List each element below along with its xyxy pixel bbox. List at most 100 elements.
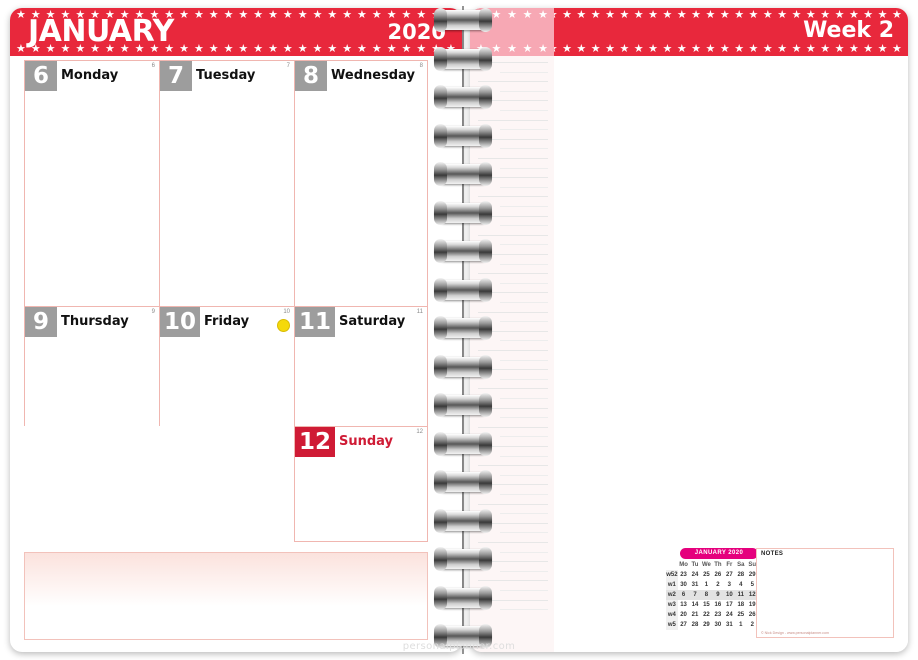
- star-icon: ★: [193, 8, 204, 21]
- day-cell[interactable]: 10 Friday 10: [159, 306, 294, 426]
- notes-box[interactable]: NOTES © Nick Design - www.personalplanne…: [756, 548, 894, 638]
- day-cell[interactable]: 7 Tuesday 7: [159, 60, 294, 306]
- star-icon: ★: [834, 42, 845, 55]
- day-name: Saturday: [339, 314, 406, 329]
- rule-line: [500, 436, 548, 438]
- mini-calendar-day-cell[interactable]: 4: [735, 580, 746, 590]
- mini-calendar-day-cell[interactable]: 16: [712, 600, 723, 610]
- mini-calendar-week-row[interactable]: w52 23 24 25 26 27 28 29: [666, 570, 758, 580]
- star-icon: ★: [748, 42, 759, 55]
- rule-line: [500, 398, 548, 399]
- mini-calendar-week-row[interactable]: w4 20 21 22 23 24 25 26: [666, 610, 758, 620]
- day-of-year-marker: 10: [283, 309, 290, 315]
- mini-calendar-day-cell[interactable]: 1: [735, 620, 746, 630]
- rule-line: [500, 129, 548, 131]
- star-icon: ★: [342, 42, 353, 55]
- rule-line: [500, 532, 548, 534]
- rule-line: [500, 225, 548, 227]
- star-icon: ★: [791, 42, 802, 55]
- mini-calendar-day-cell[interactable]: 26: [712, 570, 723, 580]
- weekday-header: Th: [714, 562, 722, 568]
- star-icon: ★: [357, 42, 367, 55]
- mini-calendar-week-row[interactable]: w5 27 28 29 30 31 1 2: [666, 620, 758, 630]
- week-number-cell: w4: [666, 610, 678, 620]
- mini-calendar-day-cell[interactable]: 3: [724, 580, 735, 590]
- star-icon: ★: [522, 42, 533, 55]
- mini-calendar-day-cell[interactable]: 31: [724, 620, 735, 630]
- mini-calendar-day-cell[interactable]: 28: [689, 620, 700, 630]
- weekday-header: Mo: [679, 562, 688, 568]
- day-of-year-marker: 8: [419, 63, 423, 69]
- mini-calendar-day-cell[interactable]: 7: [689, 590, 701, 600]
- star-icon: ★: [507, 8, 517, 21]
- star-icon: ★: [662, 42, 673, 55]
- mini-calendar-day-cell[interactable]: 9: [712, 590, 724, 600]
- week-number-cell: w5: [666, 620, 678, 630]
- mini-calendar-week-row[interactable]: w3 13 14 15 16 17 18 19: [666, 600, 758, 610]
- spiral-coil: [434, 354, 492, 379]
- rule-line: [500, 378, 548, 380]
- day-of-year-marker: 9: [151, 309, 155, 315]
- week-number-cell: w3: [666, 600, 678, 610]
- left-notes-strip[interactable]: [24, 552, 428, 640]
- mini-calendar-week-row[interactable]: w1 30 31 1 2 3 4 5: [666, 580, 758, 590]
- mini-calendar-day-cell[interactable]: 20: [678, 610, 689, 620]
- rule-line: [500, 417, 548, 419]
- rule-line: [500, 513, 548, 515]
- day-of-year-marker: 12: [416, 429, 423, 435]
- mini-calendar-day-cell[interactable]: 23: [712, 610, 723, 620]
- spiral-coil: [434, 393, 492, 417]
- mini-calendar-day-cell[interactable]: 29: [701, 620, 712, 630]
- mini-calendar-day-cell[interactable]: 25: [701, 570, 712, 580]
- week-number-cell: w2: [666, 590, 678, 600]
- mini-calendar-day-cell[interactable]: 30: [678, 580, 689, 590]
- mini-calendar-day-cell[interactable]: 14: [689, 600, 700, 610]
- mini-calendar-day-cell[interactable]: 30: [712, 620, 723, 630]
- week-label: Week 2: [803, 18, 894, 43]
- mini-calendar-day-cell[interactable]: 24: [689, 570, 700, 580]
- mini-calendar-day-cell[interactable]: 28: [735, 570, 746, 580]
- weekday-header: Fr: [726, 562, 733, 568]
- mini-calendar-day-cell[interactable]: 10: [723, 590, 736, 600]
- star-icon: ★: [605, 8, 615, 21]
- spiral-coil: [434, 547, 492, 571]
- day-cell[interactable]: 12 Sunday 12: [294, 426, 428, 542]
- star-icon: ★: [522, 8, 533, 21]
- mini-calendar-day-cell[interactable]: 27: [678, 620, 689, 630]
- mini-calendar-title: JANUARY 2020: [680, 548, 758, 559]
- mini-calendar-day-cell[interactable]: 24: [724, 610, 735, 620]
- mini-calendar-day-cell[interactable]: 25: [735, 610, 746, 620]
- month-title: JANUARY: [28, 14, 174, 49]
- rule-line: [500, 302, 548, 303]
- star-icon: ★: [676, 8, 687, 21]
- rule-line: [500, 186, 548, 188]
- mini-calendar-day-cell[interactable]: 2: [712, 580, 723, 590]
- mini-calendar-day-cell[interactable]: 8: [700, 590, 713, 600]
- star-icon: ★: [223, 42, 234, 55]
- spiral-coil: [434, 277, 492, 302]
- mini-calendar-day-cell[interactable]: 15: [701, 600, 712, 610]
- star-icon: ★: [253, 42, 264, 55]
- mini-calendar-day-cell[interactable]: 18: [735, 600, 746, 610]
- mini-calendar-day-cell[interactable]: 17: [724, 600, 735, 610]
- star-icon: ★: [327, 8, 338, 21]
- mini-calendar-day-cell[interactable]: 22: [701, 610, 712, 620]
- day-number: 8: [295, 61, 327, 91]
- day-cell[interactable]: 6 Monday 6: [24, 60, 159, 306]
- spiral-coil: [434, 431, 492, 456]
- mini-calendar-day-cell[interactable]: 23: [678, 570, 689, 580]
- mini-calendar-day-cell[interactable]: 21: [689, 610, 700, 620]
- mini-calendar-day-cell[interactable]: 6: [677, 590, 690, 600]
- star-icon: ★: [342, 8, 353, 21]
- day-cell[interactable]: 9 Thursday 9: [24, 306, 159, 426]
- day-number: 10: [160, 307, 200, 337]
- mini-calendar-day-cell[interactable]: 27: [724, 570, 735, 580]
- mini-calendar-day-cell[interactable]: 1: [701, 580, 712, 590]
- day-cell[interactable]: 11 Saturday 11: [294, 306, 428, 426]
- mini-calendar-day-cell[interactable]: 13: [678, 600, 689, 610]
- day-cell[interactable]: 8 Wednesday 8: [294, 60, 428, 306]
- mini-calendar-day-cell[interactable]: 11: [735, 590, 747, 600]
- mini-calendar-week-row[interactable]: w2 6 7 8 9 10 11 12: [666, 590, 758, 600]
- star-icon: ★: [297, 8, 308, 21]
- mini-calendar-day-cell[interactable]: 31: [689, 580, 700, 590]
